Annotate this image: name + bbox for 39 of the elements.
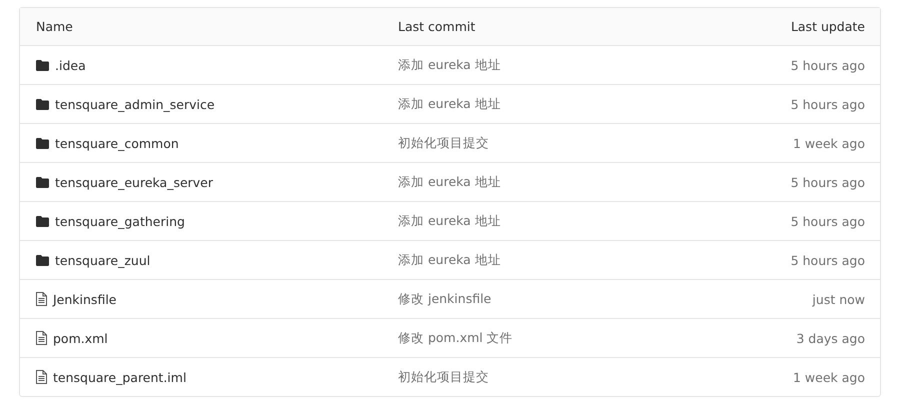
file-name-link[interactable]: tensquare_gathering [55, 214, 185, 228]
update-time: 1 week ago [793, 370, 865, 384]
column-header: Name [36, 19, 74, 34]
update-time: 3 days ago [796, 330, 865, 346]
file-name-link[interactable]: tensquare_zuul [55, 252, 150, 268]
column-header: Last commit [398, 19, 476, 34]
file-name-link[interactable]: tensquare_eureka_server [55, 174, 214, 190]
folder-icon [36, 254, 49, 266]
commit-message-link[interactable]: 添加 eureka 地址 [398, 96, 501, 112]
commit-message-link[interactable]: 修改 jenkinsfile [398, 290, 492, 308]
file-name-link[interactable]: tensquare_admin_service [55, 96, 215, 112]
commit-message-link[interactable]: 添加 eureka 地址 [398, 252, 501, 268]
commit-message-link[interactable]: 添加 eureka 地址 [398, 56, 501, 74]
commit-message-link[interactable]: 修改 pom.xml 文件 [398, 330, 513, 346]
file-icon [36, 370, 47, 384]
folder-icon [36, 98, 49, 110]
update-time: 5 hours ago [790, 214, 865, 228]
commit-message-link[interactable]: 初始化项目提交 [398, 134, 489, 152]
file-icon [36, 331, 47, 345]
folder-icon [36, 60, 49, 70]
file-name-link[interactable]: tensquare_parent.iml [53, 370, 186, 384]
commit-message-link[interactable]: 添加 eureka 地址 [398, 174, 501, 190]
file-name-link[interactable]: Jenkinsfile [53, 292, 116, 306]
folder-icon [36, 216, 49, 226]
folder-icon [36, 176, 49, 188]
update-time: 5 hours ago [790, 96, 865, 112]
commit-message-link[interactable]: 添加 eureka 地址 [398, 212, 501, 230]
update-time: just now [812, 292, 865, 306]
update-time: 5 hours ago [790, 58, 865, 72]
file-name-link[interactable]: tensquare_common [55, 136, 179, 150]
file-icon [36, 292, 47, 306]
file-name-link[interactable]: pom.xml [53, 330, 108, 346]
update-time: 1 week ago [793, 136, 865, 150]
file-name-link[interactable]: .idea [55, 58, 86, 72]
update-time: 5 hours ago [790, 174, 865, 190]
column-header: Last update [790, 19, 865, 34]
commit-message-link[interactable]: 初始化项目提交 [398, 368, 489, 386]
update-time: 5 hours ago [790, 252, 865, 268]
folder-icon [36, 138, 49, 148]
